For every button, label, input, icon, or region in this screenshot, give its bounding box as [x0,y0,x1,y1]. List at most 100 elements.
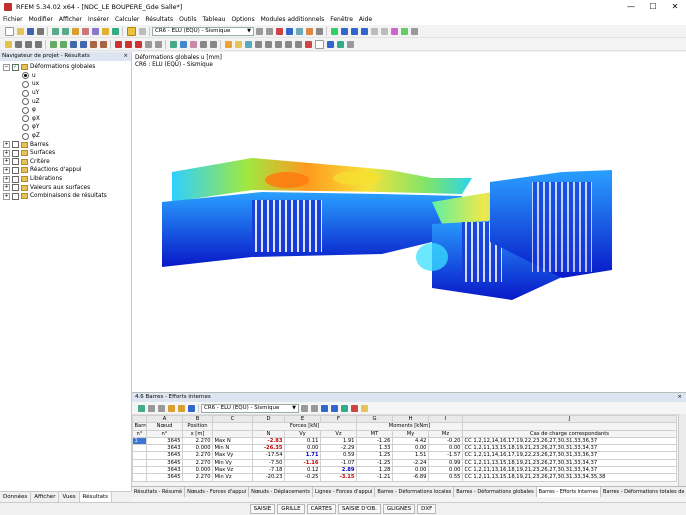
cell-mt[interactable]: -1.26 [356,436,393,446]
status-dxf[interactable]: DXF [417,504,437,514]
checkbox-icon[interactable] [12,149,19,157]
render-icon[interactable] [390,27,398,35]
cell-bar[interactable] [132,451,147,460]
cell-type[interactable]: Max Vz [212,466,253,475]
rotate-icon[interactable] [24,40,32,48]
cell-n[interactable]: -20.23 [252,473,285,482]
tree-item-liberations[interactable]: + Libérations [0,175,131,184]
radio-icon[interactable] [22,89,29,97]
tree-option-phiy[interactable]: φY [0,123,131,132]
cell-node[interactable]: 3645 [146,458,183,468]
cell-mz[interactable]: 0.00 [428,466,463,475]
table-row[interactable]: 3645 2.270 Min Vy -7.50 -1.16 -1.07 -1.2… [132,458,677,468]
support-icon[interactable] [89,40,97,48]
tab-barres-def-globales[interactable]: Barres - Déformations globales [454,487,537,497]
radio-icon[interactable] [22,115,29,123]
cell-bar[interactable] [132,466,147,475]
view-sync-icon[interactable] [320,404,328,412]
cell-vy[interactable]: -0.25 [284,473,321,482]
tab-lignes-forces[interactable]: Lignes - Forces d'appui [313,487,376,497]
cell-n[interactable]: -7.50 [252,458,285,468]
cell-n[interactable]: -26.35 [252,444,285,453]
menu-outils[interactable]: Outils [176,14,199,25]
close-button[interactable]: ✕ [664,0,686,14]
tab-noeuds-deplacements[interactable]: Nœuds - Déplacements [249,487,313,497]
radio-icon[interactable] [22,106,29,114]
node-icon[interactable] [49,40,57,48]
cell-mt[interactable]: 1.25 [356,451,393,460]
menu-resultats[interactable]: Résultats [142,14,176,25]
radio-icon[interactable] [22,98,29,106]
cell-bar[interactable] [132,473,147,482]
menu-afficher[interactable]: Afficher [56,14,85,25]
open-folder-icon[interactable] [16,27,24,35]
legend-icon[interactable] [244,40,252,48]
cell-pos[interactable]: 2.270 [182,473,213,482]
table-row[interactable]: 3645 2.270 Min Vz -20.23 -0.25 -3.15 -1.… [132,473,677,482]
radio-selected-icon[interactable] [22,72,29,80]
model-icon[interactable] [91,27,99,35]
undo-icon[interactable] [51,27,59,35]
deform-icon[interactable] [275,27,283,35]
cell-type[interactable]: Max Vy [212,451,253,460]
cell-type[interactable]: Min Vy [212,458,253,468]
cell-my[interactable]: 1.51 [392,451,429,460]
minimize-button[interactable]: — [620,0,642,14]
tree-item-valeurs-surfaces[interactable]: + Valeurs aux surfaces [0,183,131,192]
collapse-icon[interactable]: − [3,63,10,71]
tree-option-ux[interactable]: ux [0,80,131,89]
checkbox-icon[interactable] [12,175,19,183]
prev-case-icon[interactable] [255,27,263,35]
checkbox-checked-icon[interactable] [12,63,19,71]
measure-icon[interactable] [144,40,152,48]
cell-pos[interactable]: 2.270 [182,436,213,446]
cell-vz[interactable]: 2.89 [320,466,357,475]
select-rows-icon[interactable] [187,404,195,412]
tree-item-barres[interactable]: + Barres [0,140,131,149]
table-icon[interactable] [126,26,136,36]
cell-vy[interactable]: 0.00 [284,444,321,453]
panel-icon[interactable] [224,40,232,48]
wire-icon[interactable] [400,27,408,35]
tree-option-u[interactable]: u [0,72,131,81]
surface-load-icon[interactable] [134,40,142,48]
menu-fichier[interactable]: Fichier [0,14,26,25]
cell-mt[interactable]: -1.25 [356,458,393,468]
tab-barres-efforts[interactable]: Barres - Efforts internes [536,487,602,497]
labels-icon[interactable] [294,40,302,48]
cell-vy[interactable]: 0.11 [284,436,321,446]
cell-vz[interactable]: 0.59 [320,451,357,460]
cell-node[interactable]: 3645 [146,473,183,482]
expand-icon[interactable]: + [3,175,10,183]
cell-mt[interactable]: 1.28 [356,466,393,475]
checkbox-icon[interactable] [12,158,19,166]
copy-icon[interactable] [147,404,155,412]
tree-item-deformations[interactable]: − Déformations globales [0,63,131,72]
navigator-close-button[interactable]: × [123,52,128,61]
load-case-combo[interactable]: CR6 - ELU (EQU) - Sismique ▼ [152,26,254,36]
menu-tableau[interactable]: Tableau [199,14,228,25]
member-load-icon[interactable] [124,40,132,48]
new-file-icon[interactable] [4,26,14,36]
panel-load-combo[interactable]: CR6 - ELU (EQU) - Sismique ▼ [201,403,299,413]
cell-mt[interactable]: 1.33 [356,444,393,453]
cell-bar[interactable] [132,444,147,453]
radio-icon[interactable] [22,80,29,88]
results-icon[interactable] [101,27,109,35]
print-table-icon[interactable] [360,404,368,412]
cell-bar[interactable]: 1 [132,436,147,446]
tree-option-uy[interactable]: uY [0,89,131,98]
cell-node[interactable]: 3645 [146,451,183,460]
cell-cases[interactable]: CC 1,2,11,13,15,18,19,21,23,26,27,30,31,… [462,473,677,482]
excel-icon[interactable] [340,404,348,412]
expand-icon[interactable]: + [3,149,10,157]
cell-bar[interactable] [132,458,147,468]
table-row[interactable]: 3643 0.000 Min N -26.35 0.00 -2.29 1.33 … [132,444,677,453]
clipping-icon[interactable] [209,40,217,48]
model-view[interactable]: Déformations globales u [mm] CR6 : ELU (… [132,52,686,392]
edit-icon[interactable] [137,404,145,412]
table-scrollbar[interactable] [678,414,686,487]
color-icon[interactable] [189,40,197,48]
prev-case-icon[interactable] [300,404,308,412]
cell-node[interactable]: 3643 [146,444,183,453]
